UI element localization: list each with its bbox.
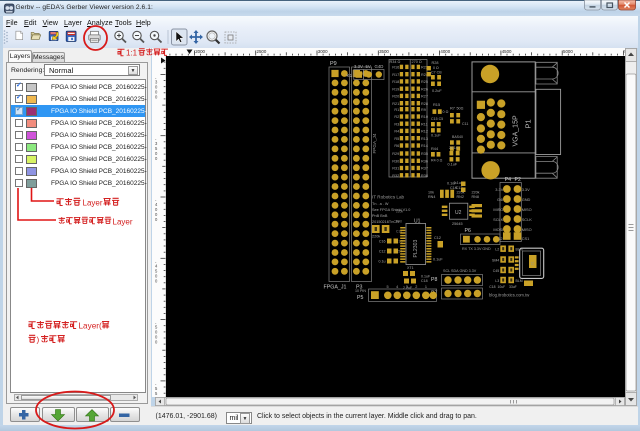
svg-text:Layer: Layer [83,199,103,208]
svg-text:Layer(: Layer( [79,322,102,331]
svg-text:): ) [37,336,40,345]
svg-text:Layer: Layer [113,218,133,227]
svg-text:1:1: 1:1 [126,49,138,58]
